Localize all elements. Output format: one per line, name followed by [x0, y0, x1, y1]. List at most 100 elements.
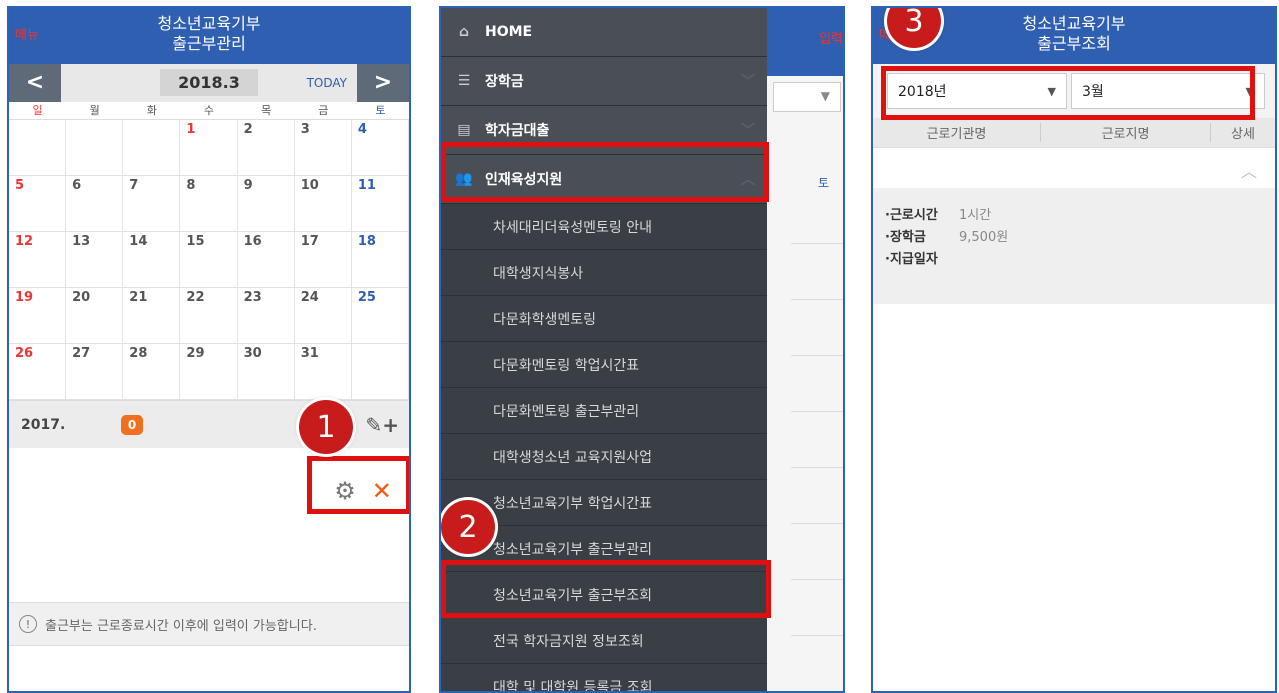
- day-cell[interactable]: 11: [351, 176, 409, 232]
- count-badge: 0: [121, 415, 143, 435]
- day-cell[interactable]: 9: [237, 176, 295, 232]
- day-cell[interactable]: 6: [66, 176, 124, 232]
- submenu-item[interactable]: 다문화멘토링 출근부관리: [441, 388, 767, 434]
- day-cell[interactable]: 31: [294, 344, 352, 400]
- month-label: 2018.3: [160, 69, 258, 96]
- loan-icon: ▤: [457, 122, 471, 138]
- detail-key: ·지급일자: [885, 251, 938, 267]
- day-cell[interactable]: 22: [180, 288, 238, 344]
- submenu-item[interactable]: 대학 및 대학원 등록금 조회: [441, 664, 767, 691]
- day-cell[interactable]: 3: [294, 120, 352, 176]
- key-text: 장학금: [889, 229, 926, 245]
- day-cell[interactable]: 10: [294, 176, 352, 232]
- day-cell[interactable]: 16: [237, 232, 295, 288]
- detail-row: ·장학금 9,500원: [885, 224, 1263, 246]
- month-display: 2018.3 TODAY: [61, 63, 357, 102]
- day-cell[interactable]: 27: [66, 344, 124, 400]
- month-nav: < 2018.3 TODAY >: [9, 63, 409, 102]
- chevron-down-icon: ﹀: [741, 123, 755, 139]
- weekday: 목: [261, 104, 272, 117]
- menu-label: 장학금: [485, 74, 524, 90]
- weekday: 일: [32, 104, 43, 117]
- lookup-screen: 메 청소년교육기부 출근부조회 2018년 ▼ 3월 ▼ 근로기관명 근로지명 …: [871, 6, 1277, 693]
- day-cell[interactable]: 4: [351, 120, 409, 176]
- title-line1: 청소년교육기부: [157, 14, 261, 33]
- day-cell[interactable]: 30: [237, 344, 295, 400]
- submenu-list: 차세대리더육성멘토링 안내 대학생지식봉사 다문화학생멘토링 다문화멘토링 학업시간표…: [441, 204, 767, 691]
- day-cell[interactable]: 19: [9, 288, 67, 344]
- submenu-item[interactable]: 차세대리더육성멘토링 안내: [441, 204, 767, 250]
- step-marker-1: 1: [299, 400, 353, 454]
- bg-input-label: 입력: [767, 8, 843, 76]
- menu-screen: 입력 ▼ 토 ⌂ HOME ☰ 장학금 ﹀ ▤ 학자금대출 ﹀ 👥 인재육성지원…: [439, 6, 845, 693]
- chevron-down-icon: ﹀: [741, 74, 755, 90]
- detail-row: ·근로시간 1시간: [885, 202, 1263, 224]
- day-cell[interactable]: [351, 344, 409, 400]
- menu-button[interactable]: 메뉴: [15, 26, 39, 46]
- submenu-item[interactable]: 대학생지식봉사: [441, 250, 767, 296]
- header: 메뉴 청소년교육기부 출근부관리: [9, 8, 409, 64]
- info-icon: !: [19, 615, 37, 633]
- col-detail: 상세: [1231, 127, 1255, 142]
- detail-panel: ·근로시간 1시간 ·장학금 9,500원 ·지급일자: [873, 188, 1275, 304]
- day-cell[interactable]: 7: [123, 176, 181, 232]
- title-line2: 출근부관리: [172, 34, 246, 53]
- menu-home[interactable]: ⌂ HOME: [441, 8, 767, 57]
- day-cell[interactable]: 12: [9, 232, 67, 288]
- day-cell[interactable]: 18: [351, 232, 409, 288]
- scholarship-icon: ☰: [457, 73, 471, 89]
- day-cell[interactable]: [123, 120, 181, 176]
- day-cell[interactable]: 28: [123, 344, 181, 400]
- detail-key: ·장학금: [885, 229, 926, 245]
- notice-text: 출근부는 근로종료시간 이후에 입력이 가능합니다.: [45, 618, 317, 634]
- day-cell[interactable]: 23: [237, 288, 295, 344]
- highlight-box: [441, 560, 771, 618]
- highlight-box: [441, 142, 769, 202]
- weekday: 수: [203, 104, 215, 117]
- step-marker-2: 2: [441, 500, 495, 554]
- today-button[interactable]: TODAY: [307, 76, 347, 90]
- weekday-header: 일 월 화 수 목 금 토: [9, 102, 409, 120]
- background-app: 입력 ▼ 토: [767, 8, 843, 691]
- day-cell[interactable]: 25: [351, 288, 409, 344]
- submenu-item[interactable]: 다문화멘토링 학업시간표: [441, 342, 767, 388]
- day-cell[interactable]: 2: [237, 120, 295, 176]
- menu-label: 학자금대출: [485, 123, 550, 139]
- day-cell[interactable]: 14: [123, 232, 181, 288]
- day-cell[interactable]: 20: [66, 288, 124, 344]
- day-cell[interactable]: 21: [123, 288, 181, 344]
- day-cell[interactable]: 26: [9, 344, 67, 400]
- calendar-grid: 1 2 3 4 5 6 7 8 9 10 11 12 13 14 15 16 17 18 19 20 21 22 23 24 2…: [9, 120, 409, 400]
- day-cell[interactable]: 24: [294, 288, 352, 344]
- day-cell[interactable]: [66, 120, 124, 176]
- day-cell[interactable]: 8: [180, 176, 238, 232]
- submenu-item[interactable]: 다문화학생멘토링: [441, 296, 767, 342]
- calendar-screen: 메뉴 청소년교육기부 출근부관리 < 2018.3 TODAY > 일 월 화 …: [7, 6, 411, 693]
- menu-label: HOME: [485, 24, 533, 40]
- day-cell[interactable]: 5: [9, 176, 67, 232]
- menu-scholarship[interactable]: ☰ 장학금 ﹀: [441, 57, 767, 106]
- day-cell[interactable]: [9, 120, 67, 176]
- chevron-up-icon[interactable]: ︿: [1241, 158, 1257, 182]
- day-cell[interactable]: 1: [180, 120, 238, 176]
- submenu-item[interactable]: 대학생청소년 교육지원사업: [441, 434, 767, 480]
- day-cell[interactable]: 15: [180, 232, 238, 288]
- highlight-box: [307, 456, 409, 514]
- day-cell[interactable]: 29: [180, 344, 238, 400]
- day-cell[interactable]: 17: [294, 232, 352, 288]
- bg-dropdown: ▼: [773, 82, 841, 112]
- next-month-button[interactable]: >: [357, 63, 409, 102]
- prev-month-button[interactable]: <: [9, 63, 61, 102]
- table-header: 근로기관명 근로지명 상세: [873, 118, 1275, 148]
- weekday: 토: [375, 104, 386, 117]
- detail-value: 1시간: [959, 207, 992, 223]
- edit-add-icon[interactable]: ✎+: [365, 413, 399, 437]
- weekday: 화: [146, 104, 157, 117]
- notice-bar: ! 출근부는 근로종료시간 이후에 입력이 가능합니다.: [9, 602, 409, 646]
- key-text: 근로시간: [889, 207, 938, 223]
- day-cell[interactable]: 13: [66, 232, 124, 288]
- detail-row: ·지급일자: [885, 246, 1263, 268]
- submenu-item[interactable]: 전국 학자금지원 정보조회: [441, 618, 767, 664]
- detail-value: 9,500원: [959, 229, 1009, 245]
- weekday: 금: [318, 104, 329, 117]
